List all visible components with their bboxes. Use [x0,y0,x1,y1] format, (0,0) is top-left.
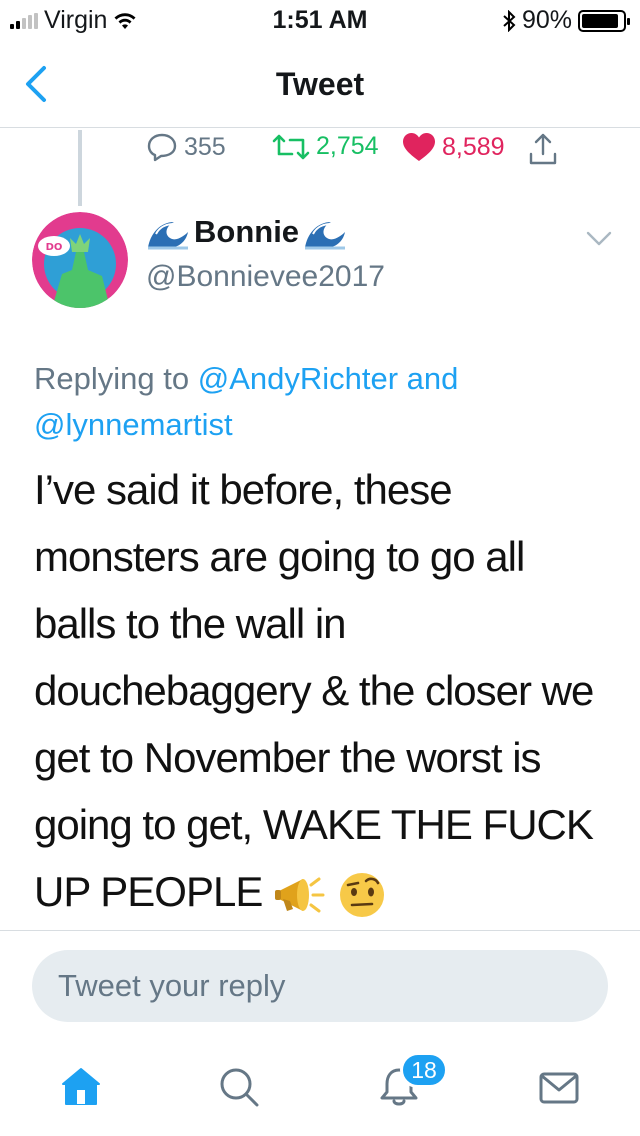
previous-tweet-stats: 355 2,754 8,589 [0,132,640,168]
chevron-down-icon[interactable] [586,230,612,248]
replying-conjunction[interactable]: and [407,361,459,396]
reply-placeholder: Tweet your reply [58,968,286,1003]
tweet-body: I’ve said it before, these monsters are … [34,466,594,915]
face-with-raised-eyebrow-icon [339,872,384,917]
home-icon [62,1068,100,1105]
tweet-text: I’ve said it before, these monsters are … [34,456,614,925]
svg-text:DO: DO [46,242,63,253]
messages-icon [539,1072,579,1104]
author-name[interactable]: Bonnie [146,214,347,250]
search-icon [220,1068,259,1107]
like-count-button[interactable]: 8,589 [402,132,505,162]
page-title: Tweet [275,66,365,102]
water-wave-icon [148,222,188,250]
status-bar: Virgin 1:51 AM 90% [0,0,640,40]
reply-input[interactable]: Tweet your reply [32,950,608,1022]
retweet-count: 2,754 [316,132,379,160]
share-icon[interactable] [528,132,558,166]
mention-link[interactable]: @lynnemartist [34,407,233,442]
notification-badge: 18 [400,1052,448,1088]
tab-search[interactable] [218,1066,268,1116]
reply-count: 355 [184,132,226,161]
avatar-image: DO [32,212,128,308]
bluetooth-icon [503,9,516,32]
battery-percent: 90% [521,6,572,34]
tab-bar: 18 [0,1040,640,1136]
reply-count-button[interactable]: 355 [146,132,226,162]
replying-to: Replying to @AndyRichter and @lynnemarti… [34,356,614,448]
status-right: 90% [502,6,632,35]
tab-home[interactable] [60,1066,110,1116]
author-avatar[interactable]: DO [32,212,128,308]
reply-icon [147,133,177,162]
water-wave-icon [305,222,346,250]
like-count: 8,589 [442,132,505,161]
retweet-count-button[interactable]: 2,754 [272,132,379,161]
replying-prefix: Replying to [34,361,190,396]
author-handle[interactable]: @Bonnievee2017 [146,260,385,294]
author-display-name: Bonnie [194,214,300,249]
battery-icon [578,9,630,32]
retweet-icon [272,134,310,159]
megaphone-icon [275,877,325,913]
tab-messages[interactable] [538,1066,588,1116]
divider [0,930,640,931]
mention-link[interactable]: @AndyRichter [198,361,398,396]
heart-icon [403,133,435,161]
nav-bar: Tweet [0,40,640,128]
